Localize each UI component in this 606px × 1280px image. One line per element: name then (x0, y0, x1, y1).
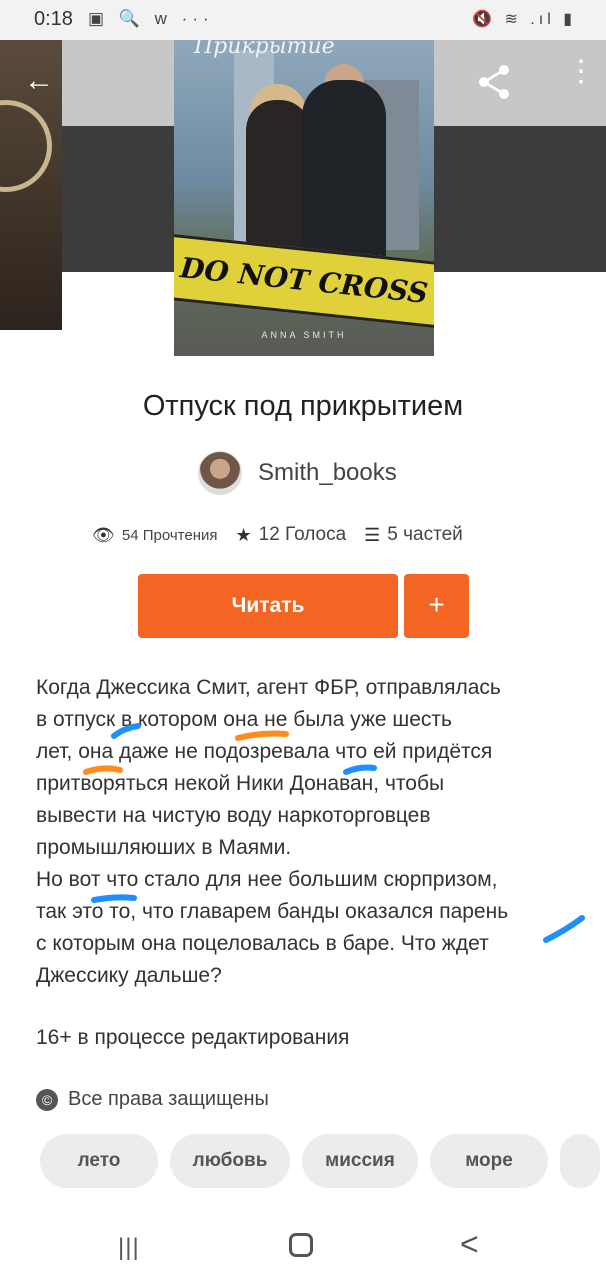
book-description: Когда Джессика Смит, агент ФБР, отправля… (36, 672, 576, 992)
avatar[interactable] (198, 451, 242, 495)
tag-chip-partial[interactable] (560, 1134, 600, 1188)
description-line: Джессику дальше? (36, 964, 222, 987)
read-button[interactable]: Читать (138, 574, 398, 638)
tag-chip[interactable]: море (430, 1134, 548, 1188)
back-icon[interactable]: < (460, 1226, 479, 1263)
votes-count: 12 Голоса (258, 524, 347, 545)
tags-row: лето любовь миссия море (40, 1134, 606, 1188)
book-hero: ← Прикрытие DO NOT CROSS ANNA SMITH ⋮ (0, 40, 606, 358)
description-line: лет, она даже не подозревала что ей прид… (36, 740, 493, 763)
home-icon[interactable] (289, 1233, 313, 1257)
description-line: в отпуск в котором она не была уже шесть (36, 708, 452, 731)
system-status-icons: 🔇 ≋ .ıl ▮ (472, 11, 576, 28)
tag-chip[interactable]: любовь (170, 1134, 290, 1188)
description-line: промышляюших в Маями. (36, 836, 292, 859)
add-to-library-button[interactable]: + (404, 574, 469, 638)
recent-apps-icon[interactable]: ||| (118, 1234, 140, 1262)
age-note: 16+ в процессе редактирования (36, 1026, 350, 1049)
cover-title: Прикрытие (194, 40, 335, 59)
description-line: так это то, что главарем банды оказался … (36, 900, 509, 923)
description-line: с которым она поцеловалась в баре. Что ж… (36, 932, 489, 955)
cover-author: ANNA SMITH (261, 330, 347, 340)
share-icon[interactable] (474, 62, 514, 102)
description-line: Когда Джессика Смит, агент ФБР, отправля… (36, 676, 501, 699)
status-bar: 0:18 ▣ 🔍 w ··· 🔇 ≋ .ıl ▮ (0, 0, 606, 40)
tag-chip[interactable]: лето (40, 1134, 158, 1188)
star-icon: ★ (235, 524, 252, 545)
arrow-left-icon[interactable]: ← (24, 64, 54, 98)
description-line: Но вот что стало для нее большим сюрприз… (36, 868, 498, 891)
copyright-text: Все права защищены (68, 1088, 269, 1110)
copyright-icon: © (36, 1088, 58, 1111)
eye-icon: 👁 (92, 524, 115, 545)
system-nav-bar: ||| < (0, 1214, 606, 1280)
tag-chip[interactable]: миссия (302, 1134, 418, 1188)
reads-stat: 👁 54 Прочтения (92, 525, 218, 546)
more-vertical-icon[interactable]: ⋮ (566, 57, 596, 87)
stats-row: 👁 54 Прочтения ★ 12 Голоса ☰ 5 частей (92, 524, 481, 546)
author-name[interactable]: Smith_books (258, 459, 397, 487)
copyright-row: © Все права защищены (36, 1088, 269, 1111)
description-line: притворяться некой Ники Донаван, чтобы (36, 772, 445, 795)
list-icon: ☰ (364, 524, 381, 545)
parts-stat[interactable]: ☰ 5 частей (364, 524, 463, 546)
parts-count[interactable]: 5 частей (387, 524, 462, 546)
book-title: Отпуск под прикрытием (142, 390, 464, 422)
notification-icons: ▣ 🔍 w ··· (88, 9, 214, 28)
book-cover[interactable]: Прикрытие DO NOT CROSS ANNA SMITH (174, 40, 434, 356)
description-line: вывести на чистую воду наркоторговцев (36, 804, 431, 827)
status-time: 0:18 (34, 8, 73, 30)
votes-stat: ★ 12 Голоса (236, 524, 347, 546)
author-row[interactable]: Smith_books (198, 450, 397, 496)
reads-count: 54 Прочтения (121, 526, 218, 544)
